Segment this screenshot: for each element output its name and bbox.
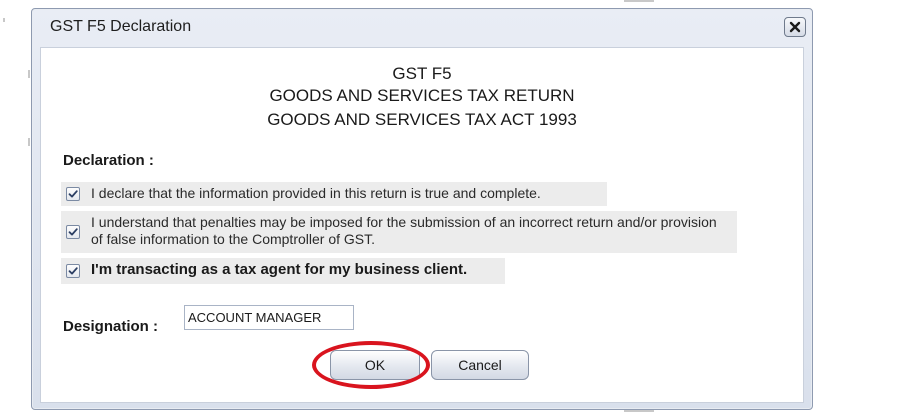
declaration-label: Declaration : <box>63 152 154 169</box>
ok-button[interactable]: OK <box>330 350 420 380</box>
close-button[interactable] <box>784 17 806 37</box>
form-heading-line-2: GOODS AND SERVICES TAX RETURN <box>269 86 575 105</box>
declaration-row-tax-agent: I'm transacting as a tax agent for my bu… <box>61 258 505 284</box>
declaration-text-penalties: I understand that penalties may be impos… <box>91 214 717 247</box>
declaration-checkbox-tax-agent[interactable] <box>66 264 80 278</box>
dialog-title: GST F5 Declaration <box>50 18 192 35</box>
dialog-titlebar[interactable]: GST F5 Declaration <box>32 9 812 45</box>
cancel-button[interactable]: Cancel <box>431 350 529 380</box>
background-mark <box>28 70 30 78</box>
form-heading-line-1: GST F5 <box>392 64 452 83</box>
background-mark <box>3 18 5 22</box>
background-mark <box>624 410 654 412</box>
declaration-text-true-complete: I declare that the information provided … <box>91 185 541 201</box>
close-icon <box>789 21 801 33</box>
declaration-text-tax-agent: I'm transacting as a tax agent for my bu… <box>91 261 468 278</box>
declaration-checkbox-penalties[interactable] <box>66 225 80 239</box>
declaration-row-true-complete: I declare that the information provided … <box>61 182 607 206</box>
declaration-checkbox-true-complete[interactable] <box>66 187 80 201</box>
designation-input[interactable] <box>184 305 354 330</box>
dialog-content: GST F5 GOODS AND SERVICES TAX RETURN GOO… <box>40 47 804 403</box>
declaration-row-penalties: I understand that penalties may be impos… <box>61 211 737 253</box>
background-mark <box>624 0 654 2</box>
designation-label: Designation : <box>63 318 159 335</box>
gst-f5-declaration-dialog: GST F5 Declaration GST F5 GOODS AND SERV… <box>31 8 813 410</box>
form-heading-line-3: GOODS AND SERVICES TAX ACT 1993 <box>267 110 577 129</box>
background-mark <box>28 138 30 146</box>
